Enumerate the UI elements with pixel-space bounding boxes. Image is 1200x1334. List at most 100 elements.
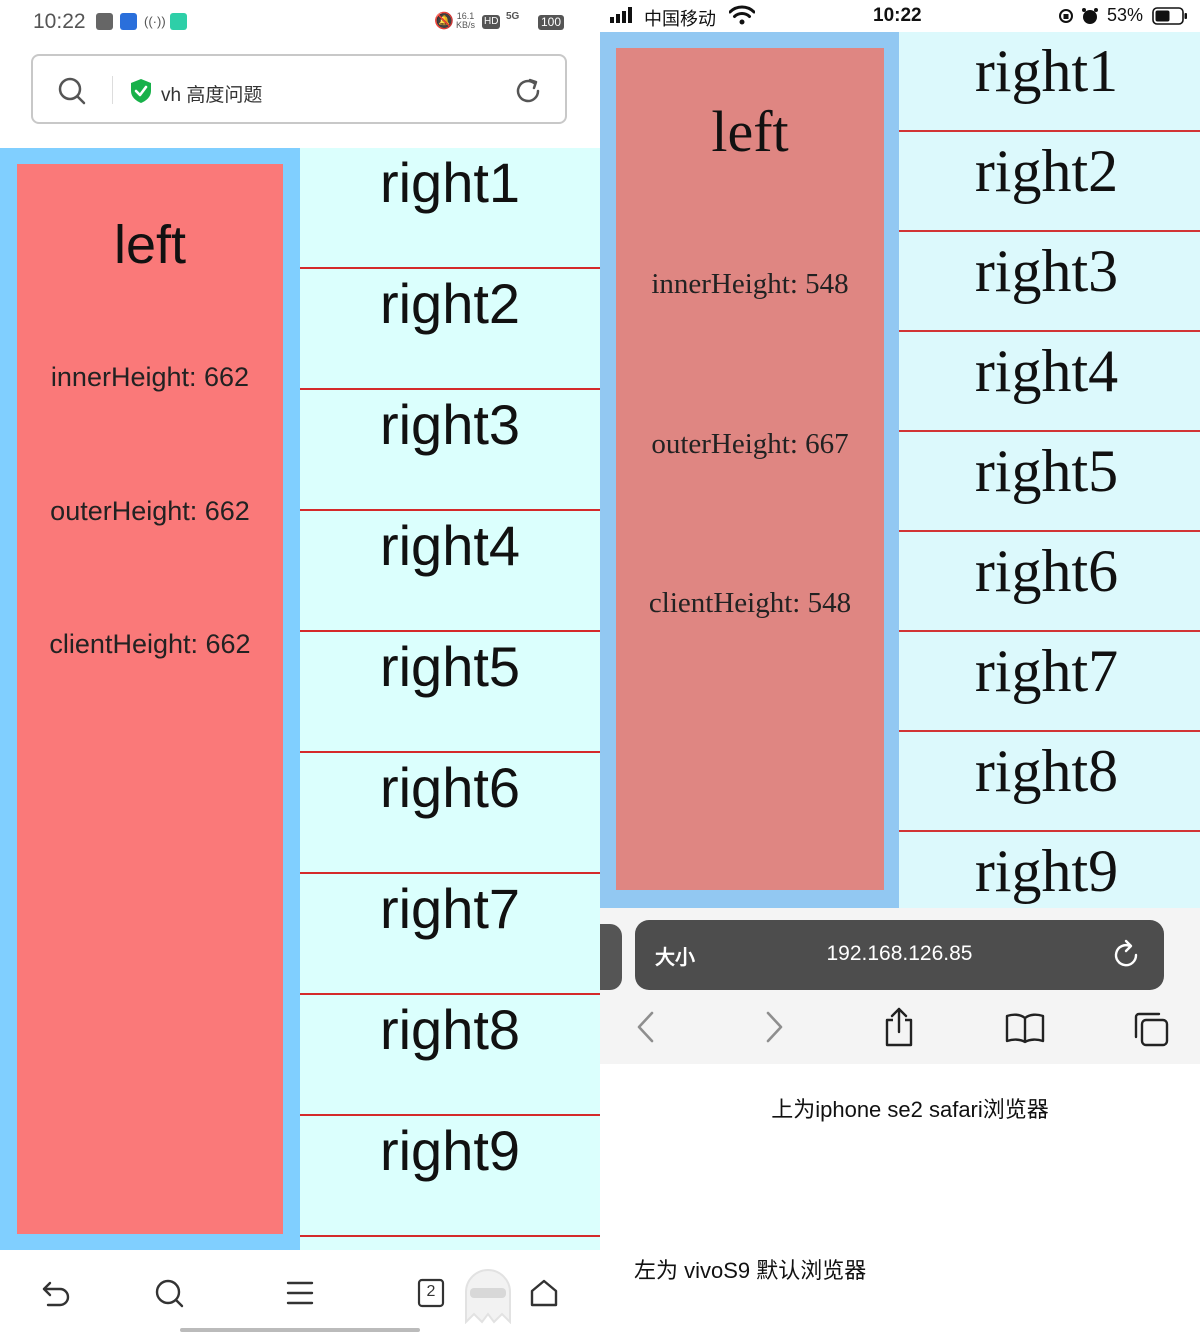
right-item: right6	[300, 753, 600, 874]
carrier-name: 中国移动	[644, 9, 716, 29]
right-item: right6	[899, 532, 1200, 632]
hotspot-icon: ((·))	[144, 14, 166, 29]
ghost-mascot-icon	[456, 1262, 520, 1329]
right-item-label: right4	[974, 338, 1119, 404]
right-item-label: right1	[379, 151, 521, 214]
orientation-lock-icon	[1058, 8, 1074, 29]
right-item-label: right6	[974, 538, 1119, 604]
wifi-icon	[728, 5, 756, 30]
right-item: right3	[899, 232, 1200, 332]
reload-icon[interactable]	[513, 76, 543, 111]
status-bar: 10:22 ((·)) 🔕 16.1 KB/s HD 5G 100	[0, 0, 600, 46]
url-text: 192.168.126.85	[826, 942, 973, 965]
tabs-button[interactable]: 2	[417, 1277, 445, 1314]
right-item-label: right1	[974, 38, 1119, 104]
web-page-content[interactable]: left innerHeight: 662 outerHeight: 662 c…	[0, 148, 600, 1250]
right-item: right3	[300, 390, 600, 511]
menu-icon[interactable]	[285, 1277, 315, 1314]
right-item: right10	[300, 1237, 600, 1250]
bookmarks-icon[interactable]	[1005, 1012, 1045, 1049]
vivo-browser-screenshot: 10:22 ((·)) 🔕 16.1 KB/s HD 5G 100 vh 高度问…	[0, 0, 600, 1334]
right-item-label: right7	[379, 877, 521, 940]
status-bar: 中国移动 10:22 53%	[600, 0, 1200, 32]
tab-count: 2	[426, 1283, 436, 1300]
right-item: right1	[300, 148, 600, 269]
net-type: 5G	[506, 11, 520, 22]
caption-top: 上为iphone se2 safari浏览器	[771, 1097, 1049, 1122]
page-title: vh 高度问题	[161, 85, 263, 106]
right-item: right2	[899, 132, 1200, 232]
gesture-bar[interactable]	[180, 1328, 420, 1332]
search-icon[interactable]	[153, 1277, 185, 1314]
safari-toolbar: 大小 192.168.126.85	[600, 908, 1200, 1064]
right-item-label: right5	[379, 635, 521, 698]
shield-check-icon	[129, 78, 153, 109]
inner-height-text: innerHeight: 662	[50, 362, 250, 392]
signal-icon	[610, 7, 638, 28]
tabs-icon[interactable]	[1132, 1010, 1170, 1053]
chevron-right-icon[interactable]	[764, 1010, 784, 1049]
caption-bottom: 左为 vivoS9 默认浏览器	[634, 1258, 867, 1283]
hd-badge: HD	[482, 15, 501, 29]
left-box: left innerHeight: 548 outerHeight: 667 c…	[616, 48, 884, 890]
outer-height-text: outerHeight: 662	[50, 496, 250, 526]
divider	[112, 76, 113, 104]
mute-bell-icon: 🔕	[434, 13, 454, 30]
right-item-label: right7	[974, 638, 1119, 704]
right-item-label: right5	[974, 438, 1119, 504]
client-height-text: clientHeight: 662	[49, 629, 251, 659]
search-icon[interactable]	[57, 76, 87, 111]
safari-browser-screenshot: 中国移动 10:22 53% left innerHeight: 548 out…	[600, 0, 1200, 1334]
right-item: right8	[300, 995, 600, 1116]
left-title: left	[711, 99, 789, 164]
address-bar[interactable]: 大小 192.168.126.85	[635, 920, 1164, 990]
right-item-label: right6	[379, 756, 521, 819]
checklist-app-icon	[96, 13, 113, 35]
right-item-label: right3	[379, 393, 521, 456]
battery-percent: 53%	[1107, 5, 1144, 25]
right-item: right2	[300, 269, 600, 390]
right-item-label: right2	[974, 138, 1119, 204]
right-item: right4	[899, 332, 1200, 432]
right-item: right8	[899, 732, 1200, 832]
alipay-app-icon	[120, 13, 137, 35]
status-time: 10:22	[33, 10, 86, 33]
right-item: right5	[899, 432, 1200, 532]
previous-tab-preview[interactable]	[600, 924, 622, 990]
outer-height-text: outerHeight: 667	[651, 428, 849, 460]
right-item: right9	[300, 1116, 600, 1237]
status-time: 10:22	[873, 5, 922, 26]
share-icon[interactable]	[883, 1006, 915, 1053]
right-item-label: right8	[974, 738, 1119, 804]
right-item: right7	[899, 632, 1200, 732]
web-page-content[interactable]: left innerHeight: 548 outerHeight: 667 c…	[600, 32, 1200, 908]
right-item: right7	[300, 874, 600, 995]
right-item-label: right8	[379, 998, 521, 1061]
right-item-label: right9	[379, 1119, 521, 1182]
bottom-navigation: 2	[0, 1250, 600, 1334]
client-height-text: clientHeight: 548	[648, 587, 852, 619]
right-item-label: right4	[379, 514, 521, 577]
right-item-label: right10	[300, 1239, 600, 1250]
net-speed: 16.1 KB/s	[456, 11, 476, 30]
right-item-label: right9	[974, 838, 1119, 904]
right-item: right5	[300, 632, 600, 753]
inner-height-text: innerHeight: 548	[651, 268, 849, 300]
chevron-left-icon[interactable]	[636, 1010, 656, 1049]
left-box: left innerHeight: 662 outerHeight: 662 c…	[17, 164, 283, 1234]
left-title: left	[113, 215, 187, 275]
right-item-label: right3	[974, 238, 1119, 304]
right-item: right9	[899, 832, 1200, 908]
battery-icon	[1152, 7, 1188, 30]
right-item-label: right2	[379, 272, 521, 335]
reload-icon[interactable]	[1112, 938, 1142, 975]
green-app-icon	[170, 13, 187, 35]
right-item: right4	[300, 511, 600, 632]
back-icon[interactable]	[40, 1277, 72, 1314]
right-column: right1 right2 right3 right4 right5 right6 righ…	[899, 32, 1200, 908]
right-column: right1 right2 right3 right4 right5 right6 righ…	[300, 148, 600, 1250]
address-bar[interactable]: vh 高度问题	[31, 54, 567, 124]
home-icon[interactable]	[529, 1277, 559, 1314]
battery-level: 100	[538, 15, 565, 30]
right-item: right1	[899, 32, 1200, 132]
